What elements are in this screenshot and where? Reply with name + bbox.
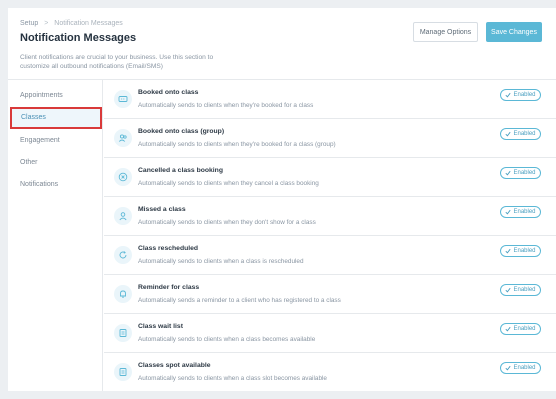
check-icon (505, 209, 512, 215)
status-label: Enabled (513, 92, 536, 98)
notification-title: Classes spot available (138, 362, 211, 369)
check-icon (505, 248, 512, 254)
notification-description: Automatically sends to clients when they… (138, 219, 316, 226)
notification-title: Missed a class (138, 206, 186, 213)
status-badge[interactable]: Enabled (500, 167, 541, 179)
status-label: Enabled (513, 248, 536, 254)
category-sidebar: Appointments Classes Engagement Other No… (8, 80, 103, 391)
manage-options-button[interactable]: Manage Options (413, 22, 478, 42)
notification-row[interactable]: Booked onto class Automatically sends to… (104, 80, 556, 119)
check-icon (505, 326, 512, 332)
sidebar-item-engagement[interactable]: Engagement (8, 130, 103, 152)
notification-description: Automatically sends a reminder to a clie… (138, 297, 341, 304)
status-badge[interactable]: Enabled (500, 245, 541, 257)
status-badge[interactable]: Enabled (500, 362, 541, 374)
notification-row[interactable]: Booked onto class (group) Automatically … (104, 119, 556, 158)
save-changes-button[interactable]: Save Changes (486, 22, 542, 42)
breadcrumb-separator: > (44, 20, 49, 27)
page-description: Client notifications are crucial to your… (20, 54, 214, 70)
sidebar-item-classes[interactable]: Classes (10, 107, 102, 129)
status-badge[interactable]: Enabled (500, 206, 541, 218)
list-icon (114, 324, 132, 342)
status-label: Enabled (513, 287, 536, 293)
breadcrumb: Setup > Notification Messages (20, 20, 123, 27)
status-label: Enabled (513, 170, 536, 176)
group-icon (114, 129, 132, 147)
page-title: Notification Messages (20, 32, 137, 44)
notification-description: Automatically sends to clients when a cl… (138, 258, 304, 265)
bell-icon (114, 285, 132, 303)
check-icon (505, 287, 512, 293)
notification-row[interactable]: Reminder for class Automatically sends a… (104, 275, 556, 314)
notification-title: Reminder for class (138, 284, 200, 291)
status-badge[interactable]: Enabled (500, 89, 541, 101)
status-label: Enabled (513, 131, 536, 137)
notification-row[interactable]: Missed a class Automatically sends to cl… (104, 197, 556, 236)
check-icon (505, 131, 512, 137)
notification-row[interactable]: Cancelled a class booking Automatically … (104, 158, 556, 197)
settings-card: Setup > Notification Messages Notificati… (8, 8, 556, 391)
person-icon (114, 207, 132, 225)
sidebar-item-notifications[interactable]: Notifications (8, 174, 103, 196)
refresh-icon (114, 246, 132, 264)
notification-row[interactable]: Class rescheduled Automatically sends to… (104, 236, 556, 275)
check-icon (505, 92, 512, 98)
page-header: Setup > Notification Messages Notificati… (8, 8, 556, 80)
check-icon (505, 170, 512, 176)
status-label: Enabled (513, 365, 536, 371)
breadcrumb-current: Notification Messages (54, 20, 123, 27)
notification-title: Class rescheduled (138, 245, 199, 252)
status-badge[interactable]: Enabled (500, 323, 541, 335)
cancel-circle-icon (114, 168, 132, 186)
notification-description: Automatically sends to clients when they… (138, 102, 314, 109)
notification-title: Booked onto class (138, 89, 199, 96)
notification-title: Cancelled a class booking (138, 167, 223, 174)
status-badge[interactable]: Enabled (500, 284, 541, 296)
sidebar-item-other[interactable]: Other (8, 152, 103, 174)
notification-title: Class wait list (138, 323, 183, 330)
notification-title: Booked onto class (group) (138, 128, 225, 135)
notification-row[interactable]: Classes spot available Automatically sen… (104, 353, 556, 392)
status-badge[interactable]: Enabled (500, 128, 541, 140)
notification-description: Automatically sends to clients when they… (138, 141, 336, 148)
status-label: Enabled (513, 209, 536, 215)
notification-description: Automatically sends to clients when they… (138, 180, 319, 187)
ticket-icon (114, 90, 132, 108)
list-icon (114, 363, 132, 381)
status-label: Enabled (513, 326, 536, 332)
notification-description: Automatically sends to clients when a cl… (138, 336, 316, 343)
sidebar-item-appointments[interactable]: Appointments (8, 85, 103, 107)
notification-row[interactable]: Class wait list Automatically sends to c… (104, 314, 556, 353)
notification-description: Automatically sends to clients when a cl… (138, 375, 327, 382)
breadcrumb-root[interactable]: Setup (20, 20, 38, 27)
check-icon (505, 365, 512, 371)
